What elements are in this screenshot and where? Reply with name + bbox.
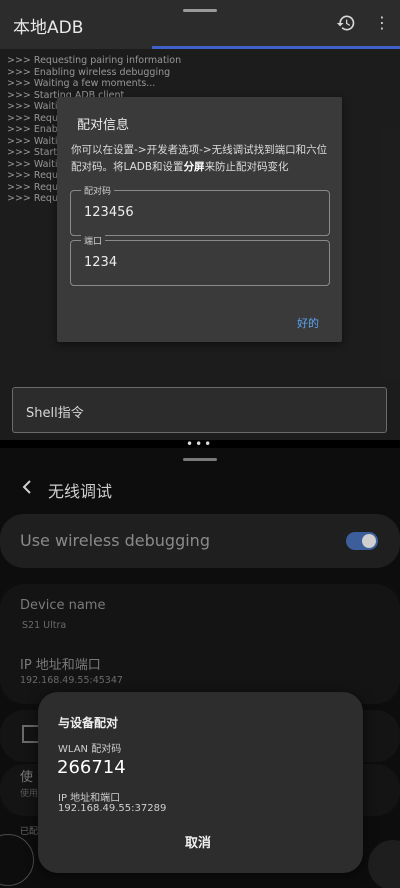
message-bold: 分屏 [183,161,205,173]
ip-value: 192.168.49.55:45347 [20,675,123,686]
pair-code-sub: 使用 [20,789,39,799]
port-label: 端口 [81,234,106,247]
wlan-dialog-title: 与设备配对 [58,716,119,730]
wlan-ip-label: IP 地址和端口 [58,793,121,804]
ok-button[interactable]: 好的 [297,315,319,331]
wlan-code-label: WLAN 配对码 [58,744,122,755]
floating-button[interactable] [368,840,400,888]
ladb-pane: 本地ADB ⋮ >>> Requesting pairing informati… [0,0,400,440]
paired-devices-header: 已配 [20,827,39,837]
drag-handle[interactable] [183,9,217,12]
page-title: 无线调试 [48,482,113,501]
device-name-value: S21 Ultra [22,620,67,631]
port-field[interactable]: 端口 1234 [70,234,330,286]
cancel-button[interactable]: 取消 [185,832,211,851]
floating-button[interactable] [0,834,34,886]
more-vert-icon[interactable]: ⋮ [374,15,390,33]
pairing-dialog: 配对信息 你可以在设置->开发者选项->无线调试找到端口和六位配对码。将LADB… [57,97,342,342]
port-value: 1234 [84,255,118,270]
pairing-code-field[interactable]: 配对码 123456 [70,184,330,236]
device-name-label: Device name [20,598,106,613]
wireless-toggle[interactable] [346,532,378,550]
history-icon[interactable] [336,13,356,33]
back-arrow-icon[interactable] [20,479,34,495]
wlan-pair-dialog: 与设备配对 WLAN 配对码 266714 IP 地址和端口 192.168.4… [38,692,363,873]
pairing-code-value: 123456 [84,205,134,220]
ip-label: IP 地址和端口 [20,658,101,673]
use-wireless-label: Use wireless debugging [20,531,210,550]
wlan-code-value: 266714 [57,757,126,778]
drag-handle[interactable] [183,458,217,461]
message-text-end: 来防止配对码变化 [204,161,289,173]
wlan-ip-value: 192.168.49.55:37289 [58,803,167,814]
app-title: 本地ADB [13,18,84,38]
shell-placeholder: Shell指令 [26,406,84,421]
use-wireless-row[interactable]: Use wireless debugging [0,514,400,568]
pair-code-label: 使 [20,770,34,785]
split-divider[interactable]: ••• [0,437,400,451]
device-info-card: Device name S21 Ultra IP 地址和端口 192.168.4… [0,584,400,704]
pairing-dialog-title: 配对信息 [77,118,130,133]
toggle-knob [362,534,376,548]
pairing-dialog-message: 你可以在设置->开发者选项->无线调试找到端口和六位配对码。将LADB和设置分屏… [71,142,329,176]
pairing-code-label: 配对码 [81,184,115,197]
shell-input[interactable]: Shell指令 [12,387,387,433]
